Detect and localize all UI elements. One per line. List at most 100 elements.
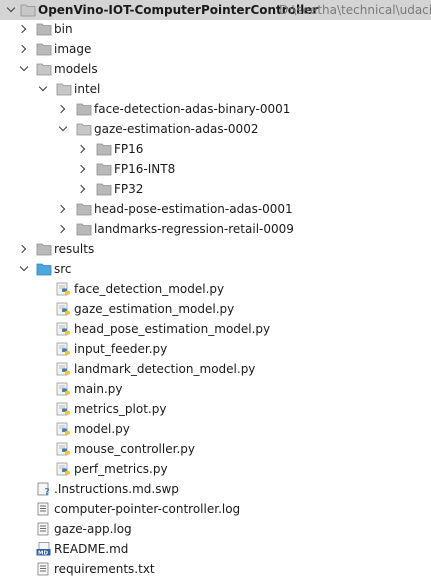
tree-row-src[interactable]: src bbox=[0, 259, 431, 279]
python-file-icon bbox=[56, 362, 72, 376]
folder-label: FP16 bbox=[114, 142, 144, 156]
python-file-icon bbox=[56, 282, 72, 296]
source-folder-icon bbox=[36, 262, 52, 276]
tree-row-gaze-estimation[interactable]: gaze-estimation-adas-0002 bbox=[0, 119, 431, 139]
text-file-icon bbox=[36, 562, 52, 576]
tree-row-py-file[interactable]: face_detection_model.py bbox=[0, 279, 431, 299]
project-name: OpenVino-IOT-ComputerPointerController bbox=[38, 3, 319, 17]
chevron-down-icon[interactable] bbox=[17, 59, 31, 79]
tree-row-project-root[interactable]: OpenVino-IOT-ComputerPointerController D… bbox=[0, 0, 431, 20]
file-label: gaze_estimation_model.py bbox=[74, 302, 235, 316]
chevron-right-icon[interactable] bbox=[76, 159, 90, 179]
tree-row-gaze-log[interactable]: gaze-app.log bbox=[0, 519, 431, 539]
tree-row-head-pose[interactable]: head-pose-estimation-adas-0001 bbox=[0, 199, 431, 219]
folder-icon bbox=[96, 142, 112, 156]
chevron-down-icon[interactable] bbox=[17, 259, 31, 279]
folder-label: gaze-estimation-adas-0002 bbox=[94, 122, 259, 136]
chevron-right-icon[interactable] bbox=[76, 139, 90, 159]
tree-row-bin[interactable]: bin bbox=[0, 19, 431, 39]
tree-row-landmarks[interactable]: landmarks-regression-retail-0009 bbox=[0, 219, 431, 239]
tree-row-py-file[interactable]: head_pose_estimation_model.py bbox=[0, 319, 431, 339]
tree-row-fp32[interactable]: FP32 bbox=[0, 179, 431, 199]
file-label: landmark_detection_model.py bbox=[74, 362, 256, 376]
folder-label: results bbox=[54, 242, 95, 256]
markdown-file-icon bbox=[36, 542, 52, 556]
file-label: input_feeder.py bbox=[74, 342, 168, 356]
folder-icon bbox=[96, 182, 112, 196]
tree-row-py-file[interactable]: input_feeder.py bbox=[0, 339, 431, 359]
python-file-icon bbox=[56, 442, 72, 456]
file-label: face_detection_model.py bbox=[74, 282, 225, 296]
folder-label: head-pose-estimation-adas-0001 bbox=[94, 202, 293, 216]
folder-label: image bbox=[54, 42, 92, 56]
text-file-icon bbox=[36, 502, 52, 516]
tree-row-py-file[interactable]: gaze_estimation_model.py bbox=[0, 299, 431, 319]
project-tree: OpenVino-IOT-ComputerPointerController D… bbox=[0, 0, 431, 580]
tree-row-image[interactable]: image bbox=[0, 39, 431, 59]
python-file-icon bbox=[56, 382, 72, 396]
tree-row-models[interactable]: models bbox=[0, 59, 431, 79]
folder-label: face-detection-adas-binary-0001 bbox=[94, 102, 291, 116]
folder-label: FP16-INT8 bbox=[114, 162, 176, 176]
folder-icon bbox=[76, 102, 92, 116]
folder-icon bbox=[96, 162, 112, 176]
file-label: head_pose_estimation_model.py bbox=[74, 322, 271, 336]
file-label: metrics_plot.py bbox=[74, 402, 167, 416]
folder-icon bbox=[36, 22, 52, 36]
python-file-icon bbox=[56, 462, 72, 476]
python-file-icon bbox=[56, 322, 72, 336]
folder-label: models bbox=[54, 62, 98, 76]
text-file-icon bbox=[36, 522, 52, 536]
chevron-right-icon[interactable] bbox=[17, 39, 31, 59]
tree-row-requirements[interactable]: requirements.txt bbox=[0, 559, 431, 579]
folder-icon bbox=[76, 202, 92, 216]
chevron-right-icon[interactable] bbox=[76, 179, 90, 199]
tree-row-py-file[interactable]: model.py bbox=[0, 419, 431, 439]
chevron-down-icon[interactable] bbox=[36, 79, 50, 99]
file-label: main.py bbox=[74, 382, 123, 396]
folder-icon bbox=[76, 122, 92, 136]
chevron-right-icon[interactable] bbox=[17, 19, 31, 39]
folder-icon bbox=[20, 3, 36, 17]
tree-row-swp-file[interactable]: .Instructions.md.swp bbox=[0, 479, 431, 499]
python-file-icon bbox=[56, 302, 72, 316]
folder-label: src bbox=[54, 262, 72, 276]
chevron-down-icon[interactable] bbox=[56, 119, 70, 139]
tree-row-py-file[interactable]: perf_metrics.py bbox=[0, 459, 431, 479]
tree-row-py-file[interactable]: mouse_controller.py bbox=[0, 439, 431, 459]
file-label: computer-pointer-controller.log bbox=[54, 502, 241, 516]
tree-row-readme[interactable]: README.md bbox=[0, 539, 431, 559]
file-label: mouse_controller.py bbox=[74, 442, 195, 456]
tree-row-py-file[interactable]: metrics_plot.py bbox=[0, 399, 431, 419]
file-label: gaze-app.log bbox=[54, 522, 132, 536]
file-label: .Instructions.md.swp bbox=[54, 482, 179, 496]
file-label: README.md bbox=[54, 542, 129, 556]
chevron-right-icon[interactable] bbox=[56, 199, 70, 219]
tree-row-fp16[interactable]: FP16 bbox=[0, 139, 431, 159]
chevron-down-icon[interactable] bbox=[4, 0, 18, 20]
folder-icon bbox=[36, 42, 52, 56]
tree-row-intel[interactable]: intel bbox=[0, 79, 431, 99]
tree-row-fp16-int8[interactable]: FP16-INT8 bbox=[0, 159, 431, 179]
tree-row-py-file[interactable]: landmark_detection_model.py bbox=[0, 359, 431, 379]
project-path: D:\seetha\technical\udacity\ bbox=[279, 3, 431, 17]
folder-icon bbox=[36, 242, 52, 256]
file-label: requirements.txt bbox=[54, 562, 155, 576]
tree-row-face-detection[interactable]: face-detection-adas-binary-0001 bbox=[0, 99, 431, 119]
chevron-right-icon[interactable] bbox=[56, 99, 70, 119]
chevron-right-icon[interactable] bbox=[56, 219, 70, 239]
tree-row-log-file[interactable]: computer-pointer-controller.log bbox=[0, 499, 431, 519]
folder-label: intel bbox=[74, 82, 101, 96]
folder-icon bbox=[76, 222, 92, 236]
tree-row-results[interactable]: results bbox=[0, 239, 431, 259]
python-file-icon bbox=[56, 422, 72, 436]
file-label: perf_metrics.py bbox=[74, 462, 168, 476]
folder-label: landmarks-regression-retail-0009 bbox=[94, 222, 294, 236]
unknown-file-icon bbox=[36, 482, 52, 496]
folder-icon bbox=[36, 62, 52, 76]
chevron-right-icon[interactable] bbox=[17, 239, 31, 259]
file-label: model.py bbox=[74, 422, 130, 436]
folder-icon bbox=[56, 82, 72, 96]
tree-row-py-file[interactable]: main.py bbox=[0, 379, 431, 399]
python-file-icon bbox=[56, 342, 72, 356]
